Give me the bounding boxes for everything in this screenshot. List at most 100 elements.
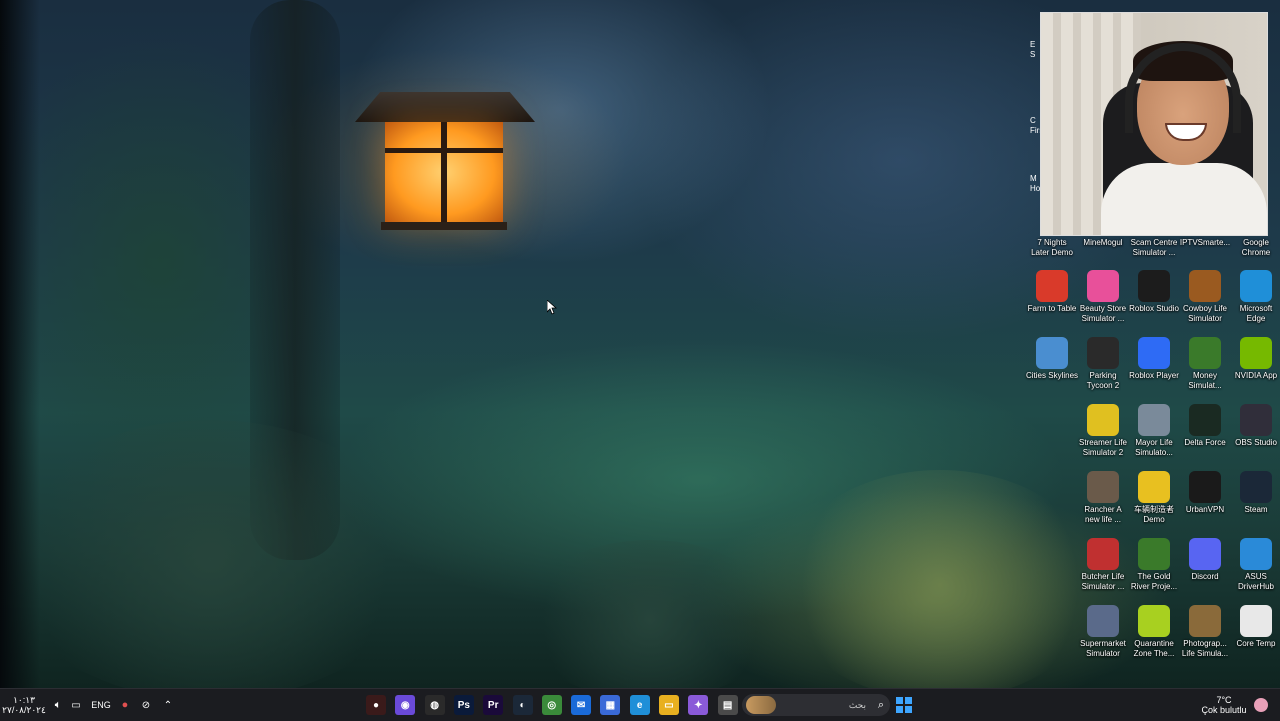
desktop-icon[interactable]: Cowboy Life Simulator	[1179, 270, 1231, 324]
obs-icon: ◍	[424, 695, 445, 715]
notepad-icon: ▤	[717, 695, 738, 715]
desktop-icon[interactable]: Quarantine Zone The...	[1128, 605, 1180, 659]
desktop-icon[interactable]: The Gold River Proje...	[1128, 538, 1180, 592]
desktop-icon[interactable]: UrbanVPN	[1179, 471, 1231, 515]
desktop-icon-google-chrome[interactable]: Google Chrome	[1230, 238, 1280, 258]
cowboy-life-icon	[1189, 270, 1221, 302]
taskbar-app-mail[interactable]: ✉	[569, 689, 593, 721]
steam-icon: ◐	[512, 695, 533, 715]
desktop-icon-label: Butcher Life Simulator ...	[1081, 572, 1125, 591]
notifications-off-icon[interactable]: ⊘	[138, 689, 154, 721]
mayor-life-icon	[1138, 404, 1170, 436]
search-box[interactable]: بحث ⌕	[742, 694, 890, 716]
network-icon[interactable]: ▭	[68, 689, 84, 721]
taskbar-app-recorder[interactable]: ●	[364, 689, 388, 721]
desktop-icon-label: Rancher A new life ...	[1084, 505, 1122, 524]
taskbar-app-app-purple[interactable]: ◉	[393, 689, 417, 721]
desktop-icon[interactable]: Streamer Life Simulator 2	[1077, 404, 1129, 458]
taskbar-app-premiere[interactable]: Pr	[481, 689, 505, 721]
desktop-icon[interactable]: Roblox Player	[1128, 337, 1180, 381]
desktop-icon-label: Steam	[1244, 505, 1268, 514]
desktop-icon[interactable]: NVIDIA App	[1230, 337, 1280, 381]
taskbar-app-store[interactable]: ▦	[598, 689, 622, 721]
desktop-icon-scam-centre[interactable]: Scam Centre Simulator ...	[1128, 238, 1180, 258]
tomato-icon	[1036, 270, 1068, 302]
roblox-player-icon	[1138, 337, 1170, 369]
copilot-icon: ✦	[688, 695, 709, 715]
beauty-store-icon	[1087, 270, 1119, 302]
search-placeholder: بحث	[848, 699, 866, 710]
taskbar-app-copilot[interactable]: ✦	[686, 689, 710, 721]
obs-icon	[1240, 404, 1272, 436]
chevron-up-icon[interactable]: ⌃	[160, 689, 176, 721]
taskbar-app-steam[interactable]: ◐	[511, 689, 535, 721]
desktop-icon[interactable]: Farm to Table	[1026, 270, 1078, 314]
desktop-icon[interactable]: Supermarket Simulator	[1077, 605, 1129, 659]
asus-driverhub-icon	[1240, 538, 1272, 570]
desktop-icon-label: The Gold River Proje...	[1130, 572, 1178, 591]
desktop-icon[interactable]: Cities Skylines	[1026, 337, 1078, 381]
desktop-icon[interactable]: Money Simulat...	[1179, 337, 1231, 391]
store-icon: ▦	[600, 695, 621, 715]
start-button[interactable]	[896, 697, 912, 713]
quarantine-zone-icon	[1138, 605, 1170, 637]
desktop-icon[interactable]: Steam	[1230, 471, 1280, 515]
taskbar-app-edge[interactable]: e	[628, 689, 652, 721]
desktop-icon[interactable]: Photograp... Life Simula...	[1179, 605, 1231, 659]
edge-icon: e	[629, 695, 650, 715]
desktop-icon-label: Microsoft Edge	[1239, 304, 1273, 323]
cities-skylines-icon	[1036, 337, 1068, 369]
desktop-icon[interactable]: Microsoft Edge	[1230, 270, 1280, 324]
weather-widget[interactable]: 7°C Çok bulutlu	[1196, 689, 1252, 721]
streamer-life-icon	[1087, 404, 1119, 436]
desktop-icon-label: Cowboy Life Simulator	[1182, 304, 1228, 323]
nvidia-icon	[1240, 337, 1272, 369]
desktop-icon[interactable]: Parking Tycoon 2	[1077, 337, 1129, 391]
desktop-icon[interactable]: Rancher A new life ...	[1077, 471, 1129, 525]
mouse-cursor-icon	[547, 300, 557, 315]
desktop-icon-label: Roblox Studio	[1129, 304, 1179, 313]
wallpaper-bush-left	[0, 420, 420, 688]
clock-date: ٢٧/٠٨/٢٠٢٤	[2, 705, 46, 715]
desktop-icon[interactable]: Butcher Life Simulator ...	[1077, 538, 1129, 592]
taskbar-app-notepad[interactable]: ▤	[716, 689, 740, 721]
delta-force-icon	[1189, 404, 1221, 436]
edge-icon	[1240, 270, 1272, 302]
taskbar-app-photoshop[interactable]: Ps	[452, 689, 476, 721]
desktop-icon-minemogul[interactable]: MineMogul	[1077, 238, 1129, 248]
desktop-icon-iptvsmarters[interactable]: IPTVSmarte...	[1179, 238, 1231, 248]
taskbar-app-obs[interactable]: ◍	[423, 689, 447, 721]
clock[interactable]: ١٠:١٣ ٢٧/٠٨/٢٠٢٤	[2, 689, 46, 721]
desktop-icon[interactable]: 车辆制造者 Demo	[1128, 471, 1180, 525]
rancher-icon	[1087, 471, 1119, 503]
desktop-icon[interactable]: ASUS DriverHub	[1230, 538, 1280, 592]
language-indicator[interactable]: ENG	[88, 689, 114, 721]
volume-icon[interactable]: 🔈︎	[50, 689, 66, 721]
desktop-icon[interactable]: Roblox Studio	[1128, 270, 1180, 314]
desktop-icon[interactable]: Delta Force	[1179, 404, 1231, 448]
lantern	[355, 92, 535, 242]
desktop-icon[interactable]: Beauty Store Simulator ...	[1077, 270, 1129, 324]
desktop-icon-label: Beauty Store Simulator ...	[1079, 304, 1127, 323]
desktop-icon-label: Photograp... Life Simula...	[1181, 639, 1229, 658]
desktop-icon[interactable]: Core Temp	[1230, 605, 1280, 649]
file-explorer-icon: ▭	[659, 695, 679, 715]
desktop-icon-label: 车辆制造者 Demo	[1134, 505, 1174, 524]
desktop-icon-label: Parking Tycoon 2	[1086, 371, 1120, 390]
taskbar-app-chrome[interactable]: ◎	[540, 689, 564, 721]
core-temp-icon	[1240, 605, 1272, 637]
butcher-life-icon	[1087, 538, 1119, 570]
recorder-icon: ●	[366, 695, 386, 715]
weather-temp: 7°C	[1216, 695, 1232, 705]
desktop-icon[interactable]: Discord	[1179, 538, 1231, 582]
taskbar-app-file-explorer[interactable]: ▭	[657, 689, 681, 721]
desktop-icon-7-nights-later[interactable]: 7 Nights Later Demo	[1026, 238, 1078, 258]
money-simulator-icon	[1189, 337, 1221, 369]
desktop-icon-label: Roblox Player	[1129, 371, 1179, 380]
desktop-icon[interactable]: Mayor Life Simulato...	[1128, 404, 1180, 458]
desktop-icon[interactable]: OBS Studio	[1230, 404, 1280, 448]
microphone-icon[interactable]: ●	[118, 689, 132, 721]
webcam-overlay	[1040, 12, 1268, 236]
desktop-icon-grid: Farm to Table Beauty Store Simulator ... R…	[1026, 270, 1280, 670]
premiere-icon: Pr	[483, 695, 504, 715]
